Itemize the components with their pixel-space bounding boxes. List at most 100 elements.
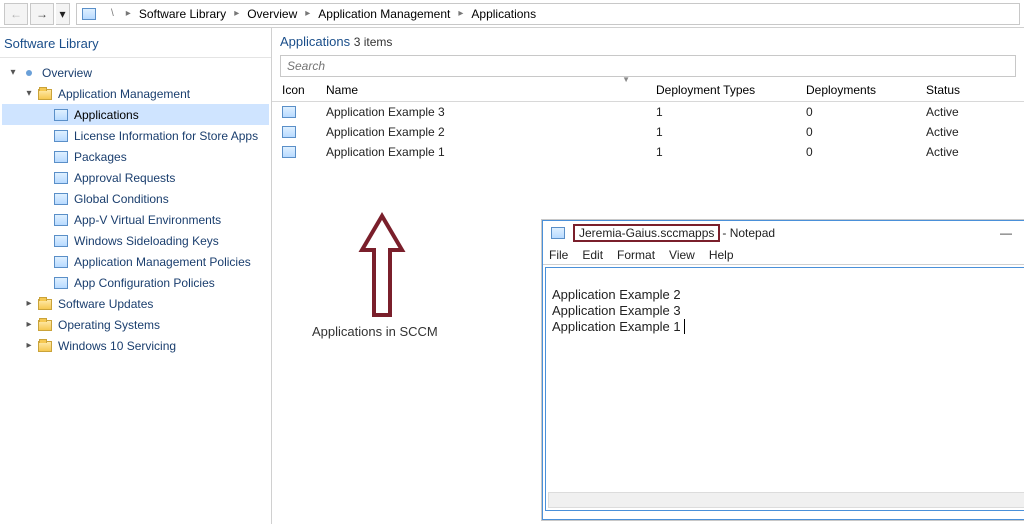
box-icon [52,212,70,228]
tree-item[interactable]: ▸Global Conditions [2,188,269,209]
folder-icon [36,317,54,333]
chevron-down-icon: ▾ [59,7,65,21]
notepad-title-suffix: - Notepad [722,226,775,240]
row-icon [276,144,320,160]
arrow-right-icon: → [36,7,48,21]
annotation-arrow-up-icon [352,210,412,323]
notepad-icon [549,225,567,241]
cell-status: Active [920,123,1020,141]
tree-item-label: Overview [42,66,92,80]
chevron-right-icon: \ [105,8,120,19]
box-icon [52,233,70,249]
tree-item[interactable]: ▸Operating Systems [2,314,269,335]
box-icon [52,149,70,165]
tree-item-label: Packages [74,150,127,164]
tree-item[interactable]: ▸Applications [2,104,269,125]
breadcrumb[interactable]: \ ▸ Software Library ▸ Overview ▸ Applic… [76,3,1020,25]
breadcrumb-item[interactable]: Applications [469,7,538,21]
tree-item-label: App Configuration Policies [74,276,215,290]
box-icon [52,128,70,144]
nav-forward-button[interactable]: → [30,3,54,25]
panel-title: Applications [280,34,350,49]
tree-item[interactable]: ▾ Overview [2,62,269,83]
table-row[interactable]: Application Example 310Active [272,102,1024,122]
tree-item[interactable]: ▸Windows 10 Servicing [2,335,269,356]
menu-file[interactable]: File [549,248,568,262]
column-header-status[interactable]: Status [920,81,1020,99]
tree-item[interactable]: ▸Packages [2,146,269,167]
notepad-filename: Jeremia-Gaius.sccmapps [573,224,720,242]
nav-history-dropdown[interactable]: ▾ [56,3,70,25]
menu-format[interactable]: Format [617,248,655,262]
menu-edit[interactable]: Edit [582,248,603,262]
box-icon [52,107,70,123]
cell-deployments: 0 [800,143,920,161]
column-header-icon[interactable]: Icon [276,81,320,99]
notepad-titlebar[interactable]: Jeremia-Gaius.sccmapps - Notepad — ☐ ✕ [543,221,1024,245]
expand-toggle-icon[interactable]: ▸ [22,319,36,330]
breadcrumb-item[interactable]: Application Management [316,7,452,21]
table-row[interactable]: Application Example 210Active [272,122,1024,142]
chevron-right-icon: ▸ [299,8,316,19]
nav-back-button[interactable]: ← [4,3,28,25]
chevron-right-icon: ▸ [452,8,469,19]
tree-item[interactable]: ▸Windows Sideloading Keys [2,230,269,251]
column-label: Name [326,83,358,97]
tree-item-label: Application Management [58,87,190,101]
column-header-name[interactable]: Name ▼ [320,81,650,99]
box-icon [52,170,70,186]
column-header-deployments[interactable]: Deployments [800,81,920,99]
breadcrumb-item[interactable]: Overview [245,7,299,21]
cell-deployment-types: 1 [650,123,800,141]
expand-toggle-icon[interactable]: ▸ [22,340,36,351]
tree-item[interactable]: ▸App-V Virtual Environments [2,209,269,230]
notepad-line: Application Example 1 [552,319,681,334]
cell-status: Active [920,103,1020,121]
tree-item-label: License Information for Store Apps [74,129,258,143]
notepad-menubar: File Edit Format View Help [543,245,1024,265]
menu-view[interactable]: View [669,248,695,262]
folder-icon [36,338,54,354]
notepad-text-area[interactable]: Application Example 2 Application Exampl… [545,267,1024,511]
chevron-right-icon: ▸ [228,8,245,19]
navigation-tree: ▾Overview▾Application Management▸Applica… [0,58,271,360]
table-row[interactable]: Application Example 110Active [272,142,1024,162]
sort-indicator-icon: ▼ [622,75,630,89]
tree-item[interactable]: ▸App Configuration Policies [2,272,269,293]
cell-name: Application Example 1 [320,143,650,161]
box-icon [52,275,70,291]
tree-item-label: Software Updates [58,297,153,311]
folder-icon [36,296,54,312]
box-icon [52,191,70,207]
content-pane: Applications 3 items Icon Name ▼ Deploym… [272,28,1024,524]
breadcrumb-bar: ← → ▾ \ ▸ Software Library ▸ Overview ▸ … [0,0,1024,28]
minimize-button[interactable]: — [991,223,1021,243]
cell-deployment-types: 1 [650,103,800,121]
menu-help[interactable]: Help [709,248,734,262]
cell-name: Application Example 3 [320,103,650,121]
search-input[interactable] [280,55,1016,77]
cell-deployment-types: 1 [650,143,800,161]
row-icon [276,124,320,140]
cell-name: Application Example 2 [320,123,650,141]
tree-item[interactable]: ▾ Application Management [2,83,269,104]
library-icon [81,6,97,22]
sidebar: Software Library ▾Overview▾Application M… [0,28,272,524]
expand-toggle-icon[interactable]: ▾ [6,67,20,78]
tree-item-label: Approval Requests [74,171,175,185]
expand-toggle-icon[interactable]: ▾ [22,88,36,99]
row-icon [276,104,320,120]
tree-item-label: Applications [74,108,139,122]
column-header-deployment-types[interactable]: Deployment Types [650,81,800,99]
tree-item-label: Application Management Policies [74,255,251,269]
tree-item[interactable]: ▸ Software Updates [2,293,269,314]
tree-item[interactable]: ▸License Information for Store Apps [2,125,269,146]
cell-deployments: 0 [800,123,920,141]
tree-item[interactable]: ▸Application Management Policies [2,251,269,272]
chevron-right-icon: ▸ [120,8,137,19]
breadcrumb-item[interactable]: Software Library [137,7,228,21]
scrollbar-horizontal[interactable] [548,492,1024,508]
box-icon [52,254,70,270]
tree-item[interactable]: ▸Approval Requests [2,167,269,188]
expand-toggle-icon[interactable]: ▸ [22,298,36,309]
